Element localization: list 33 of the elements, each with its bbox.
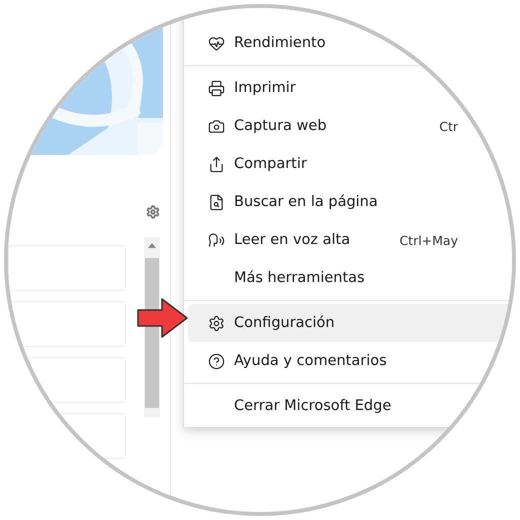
menu-item-label: Buscar en la página [234,194,378,210]
speaking-head-icon [208,232,225,248]
share-icon [208,156,225,172]
menu-item-label: Captura web [234,118,327,134]
menu-item-label: Leer en voz alta [234,232,350,248]
settings-icon [208,314,225,332]
menu-item[interactable]: Imprimir [188,69,512,107]
menu-item[interactable]: Cerrar Microsoft Edge [188,387,512,425]
menu-item-label: Rendimiento [234,35,326,51]
shortcut-text: Ctr [439,118,458,134]
menu-item[interactable]: Captura web Ctr [188,107,512,145]
menu-item-label: Imprimir [234,80,296,96]
scroll-up-icon[interactable] [148,243,156,248]
scrollbar[interactable] [144,237,160,417]
settings-icon[interactable] [146,205,160,219]
menu-item-label: Cerrar Microsoft Edge [234,398,392,414]
printer-icon [208,80,225,96]
shortcut-text: Ctrl+May [399,232,458,248]
menu-item-label: Más herramientas [234,270,365,286]
menu-item-label: Compartir [234,156,307,172]
menu-item[interactable]: Compartir [188,145,512,183]
pointer-arrow [136,296,190,340]
menu-item[interactable]: Buscar en la página [188,183,512,221]
menu-item-label: Ayuda y comentarios [234,353,387,369]
menu-item-label: Configuración [234,315,335,331]
help-icon [208,352,225,370]
menu-item[interactable]: Leer en voz alta Ctrl+May [188,221,512,259]
menu-item[interactable]: Ayuda y comentarios [188,342,512,380]
camera-icon [208,118,225,134]
document-search-icon [208,194,225,210]
heartbeat-icon [208,34,225,52]
menu-item[interactable]: Más herramientas [188,259,512,297]
menu-item[interactable]: Rendimiento [188,24,512,62]
